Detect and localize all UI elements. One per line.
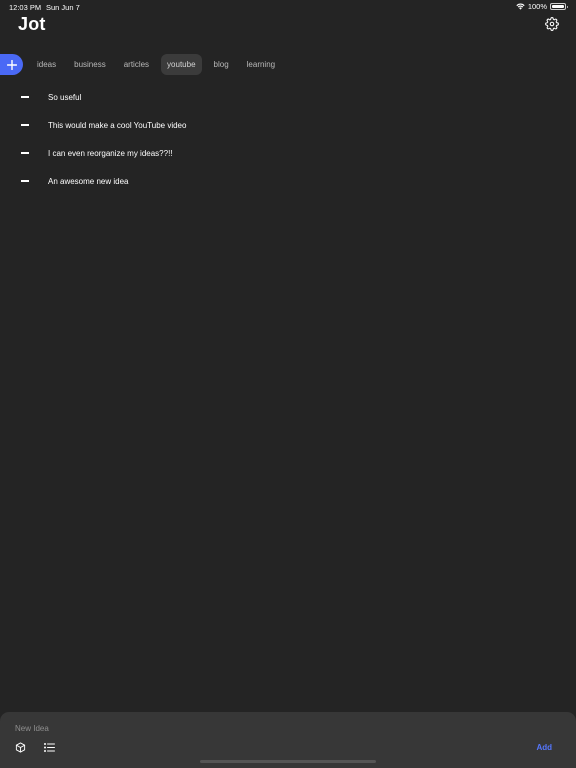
plus-icon bbox=[6, 59, 17, 70]
home-indicator bbox=[200, 760, 376, 763]
tab-articles[interactable]: articles bbox=[118, 54, 155, 75]
remove-idea-icon[interactable] bbox=[21, 180, 29, 182]
gear-icon bbox=[545, 17, 559, 31]
remove-idea-icon[interactable] bbox=[21, 96, 29, 98]
new-idea-input[interactable] bbox=[15, 721, 465, 735]
app-title: Jot bbox=[18, 14, 46, 34]
status-date: Sun Jun 7 bbox=[46, 3, 80, 12]
tab-business[interactable]: business bbox=[68, 54, 112, 75]
settings-button[interactable] bbox=[545, 17, 559, 31]
battery-fill bbox=[552, 5, 564, 8]
tab-blog[interactable]: blog bbox=[208, 54, 235, 75]
cube-icon bbox=[15, 742, 26, 753]
status-time: 12:03 PM bbox=[9, 3, 42, 12]
list-button[interactable] bbox=[44, 743, 55, 752]
add-tab-button[interactable] bbox=[0, 54, 23, 75]
battery-icon bbox=[550, 3, 568, 10]
list-item[interactable]: An awesome new idea bbox=[0, 167, 576, 195]
add-button[interactable]: Add bbox=[536, 743, 552, 752]
wifi-icon bbox=[516, 3, 525, 10]
cube-button[interactable] bbox=[15, 742, 26, 753]
idea-text: So useful bbox=[48, 93, 82, 102]
battery-percent: 100% bbox=[527, 2, 547, 11]
idea-list: So useful This would make a cool YouTube… bbox=[0, 83, 576, 195]
status-bar: 12:03 PM Sun Jun 7 100% bbox=[0, 0, 576, 14]
idea-text: I can even reorganize my ideas??!! bbox=[48, 149, 173, 158]
list-icon bbox=[44, 743, 55, 752]
list-item[interactable]: I can even reorganize my ideas??!! bbox=[0, 139, 576, 167]
list-item[interactable]: This would make a cool YouTube video bbox=[0, 111, 576, 139]
tab-youtube[interactable]: youtube bbox=[161, 54, 202, 75]
remove-idea-icon[interactable] bbox=[21, 152, 29, 154]
status-right: 100% bbox=[516, 2, 568, 11]
idea-text: An awesome new idea bbox=[48, 177, 129, 186]
tabs-row: ideas business articles youtube blog lea… bbox=[0, 54, 287, 75]
tab-ideas[interactable]: ideas bbox=[31, 54, 62, 75]
tab-learning[interactable]: learning bbox=[241, 54, 281, 75]
remove-idea-icon[interactable] bbox=[21, 124, 29, 126]
idea-text: This would make a cool YouTube video bbox=[48, 121, 187, 130]
list-item[interactable]: So useful bbox=[0, 83, 576, 111]
